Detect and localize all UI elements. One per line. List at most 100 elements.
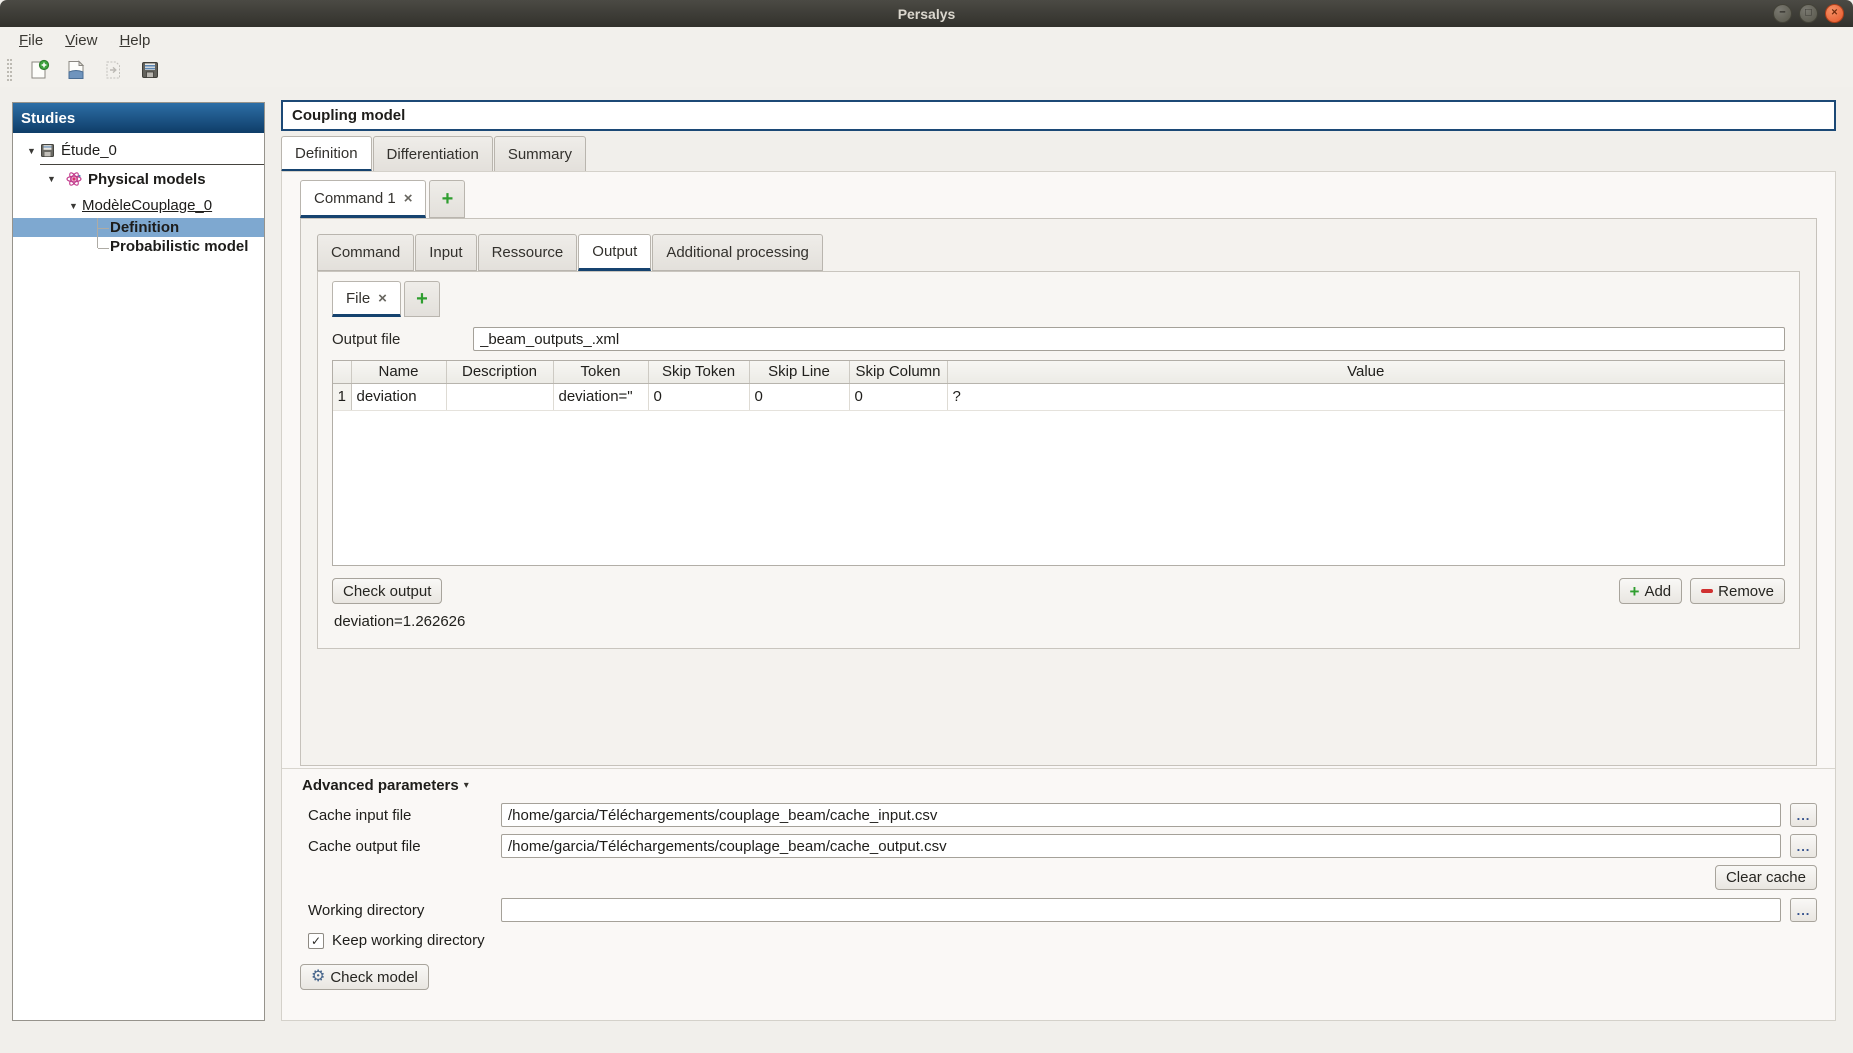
table-header-row: Name Description Token Skip Token Skip L… xyxy=(333,361,1784,384)
check-output-button[interactable]: Check output xyxy=(332,578,443,604)
cell-description[interactable] xyxy=(446,383,554,411)
definition-tab-content: Command 1 × + Command Input Ressource Ou… xyxy=(281,171,1836,1021)
remove-icon xyxy=(1701,589,1714,593)
keep-working-directory-checkbox[interactable]: ✓ xyxy=(308,932,324,949)
output-group-box: File × + Output file _beam_outputs_.xml … xyxy=(317,271,1800,649)
tree-item-etude-0[interactable]: ▼ Étude_0 xyxy=(13,137,264,165)
check-icon: ✓ xyxy=(310,933,322,948)
subtab-ressource[interactable]: Ressource xyxy=(477,234,578,271)
column-header[interactable]: Skip Token xyxy=(648,361,750,384)
column-header[interactable]: Skip Column xyxy=(849,361,948,384)
menu-help[interactable]: Help xyxy=(110,30,159,51)
tree-item-modele-couplage-0[interactable]: ▼ ModèleCouplage_0 xyxy=(13,193,264,218)
column-header[interactable]: Value xyxy=(947,361,1784,384)
main-panel: Coupling model Definition Differentiatio… xyxy=(281,100,1836,1021)
studies-panel: Studies ▼ Étude_0 ▼ Physical models ▼ Mo… xyxy=(12,102,265,1021)
tree-item-label: Physical models xyxy=(88,170,206,188)
output-file-input[interactable] xyxy=(473,327,1785,351)
close-tab-icon[interactable]: × xyxy=(404,191,413,206)
atom-icon xyxy=(66,172,82,186)
save-icon xyxy=(142,62,158,78)
menu-view[interactable]: View xyxy=(56,30,106,51)
cache-input-label: Cache input file xyxy=(308,806,412,824)
tree-item-label: ModèleCouplage_0 xyxy=(82,197,213,214)
column-header[interactable]: Name xyxy=(351,361,447,384)
expand-arrow-icon[interactable]: ▼ xyxy=(69,201,82,211)
cell-value[interactable]: ? xyxy=(947,383,1784,411)
plus-icon: + xyxy=(441,188,454,210)
maximize-icon: □ xyxy=(1805,6,1812,19)
tab-differentiation[interactable]: Differentiation xyxy=(372,136,493,172)
cell-token[interactable]: deviation=" xyxy=(553,383,649,411)
keep-working-directory-row: ✓ Keep working directory xyxy=(308,932,1817,949)
tab-definition[interactable]: Definition xyxy=(281,136,372,172)
column-header[interactable]: Skip Line xyxy=(749,361,850,384)
subtab-additional-processing[interactable]: Additional processing xyxy=(652,234,823,271)
expand-arrow-icon[interactable]: ▼ xyxy=(47,174,60,184)
window-controls: − □ × xyxy=(1773,4,1844,23)
cache-input-row: Cache input file ... xyxy=(308,803,1817,827)
collapse-arrow-icon: ▾ xyxy=(463,780,469,791)
remove-row-button[interactable]: Remove xyxy=(1690,578,1785,604)
command-tabs: Command 1 × + xyxy=(300,180,1817,218)
close-button[interactable]: × xyxy=(1825,4,1844,23)
expand-arrow-icon[interactable]: ▼ xyxy=(27,146,40,156)
subtab-input[interactable]: Input xyxy=(415,234,477,271)
new-study-button[interactable] xyxy=(26,57,52,83)
tree-item-physical-models[interactable]: ▼ Physical models xyxy=(13,165,264,193)
tab-command-1[interactable]: Command 1 × xyxy=(300,180,427,218)
save-study-button[interactable] xyxy=(137,57,163,83)
cache-input-file-input[interactable] xyxy=(501,803,1781,827)
minimize-button[interactable]: − xyxy=(1773,4,1792,23)
subtab-command[interactable]: Command xyxy=(317,234,415,271)
cache-input-browse-button[interactable]: ... xyxy=(1790,803,1817,827)
working-directory-browse-button[interactable]: ... xyxy=(1790,898,1817,922)
study-tree: ▼ Étude_0 ▼ Physical models ▼ ModèleCoup… xyxy=(13,133,264,256)
open-study-icon xyxy=(68,60,85,79)
toolbar xyxy=(0,53,1853,87)
export-study-icon xyxy=(106,61,120,79)
output-file-row: Output file xyxy=(332,327,1785,351)
window-title: Persalys xyxy=(897,5,956,22)
open-study-button[interactable] xyxy=(63,57,89,83)
add-row-button[interactable]: + Add xyxy=(1618,578,1683,604)
cache-output-row: Cache output file ... xyxy=(308,834,1817,858)
table-row: 1 deviation deviation=" 0 0 0 ? xyxy=(333,383,1784,411)
minimize-icon: − xyxy=(1779,6,1786,19)
tree-item-probabilistic-model[interactable]: Probabilistic model xyxy=(13,237,264,256)
cell-skip-token[interactable]: 0 xyxy=(648,383,750,411)
close-tab-icon[interactable]: × xyxy=(378,291,387,306)
cell-skip-column[interactable]: 0 xyxy=(849,383,948,411)
advanced-parameters-toggle[interactable]: Advanced parameters ▾ xyxy=(302,777,469,794)
menubar: File View Help xyxy=(0,27,1853,53)
add-command-tab-button[interactable]: + xyxy=(429,180,466,218)
add-file-tab-button[interactable]: + xyxy=(403,281,440,317)
floppy-icon xyxy=(41,144,54,157)
row-number-header xyxy=(333,361,352,384)
cell-skip-line[interactable]: 0 xyxy=(749,383,850,411)
clear-cache-row: Clear cache xyxy=(300,865,1817,890)
menu-file[interactable]: File xyxy=(10,30,52,51)
cache-output-file-input[interactable] xyxy=(501,834,1781,858)
tab-summary[interactable]: Summary xyxy=(493,136,587,172)
tree-item-label: Étude_0 xyxy=(61,142,117,159)
row-number-cell[interactable]: 1 xyxy=(333,383,352,411)
clear-cache-button[interactable]: Clear cache xyxy=(1714,865,1817,890)
toolbar-drag-handle[interactable] xyxy=(7,59,12,81)
column-header[interactable]: Description xyxy=(446,361,554,384)
check-model-button[interactable]: ⚙ Check model xyxy=(300,964,429,990)
tree-item-definition[interactable]: Definition xyxy=(13,218,264,237)
add-icon: + xyxy=(1629,581,1640,601)
subtab-output[interactable]: Output xyxy=(578,234,652,271)
cell-name[interactable]: deviation xyxy=(351,383,447,411)
export-study-button[interactable] xyxy=(100,57,126,83)
tab-file[interactable]: File × xyxy=(332,281,401,317)
maximize-button[interactable]: □ xyxy=(1799,4,1818,23)
studies-panel-title: Studies xyxy=(13,103,264,133)
close-icon: × xyxy=(1831,6,1838,19)
page-title: Coupling model xyxy=(281,100,1836,131)
output-table: Name Description Token Skip Token Skip L… xyxy=(332,360,1785,566)
cache-output-browse-button[interactable]: ... xyxy=(1790,834,1817,858)
working-directory-input[interactable] xyxy=(501,898,1781,922)
column-header[interactable]: Token xyxy=(553,361,649,384)
